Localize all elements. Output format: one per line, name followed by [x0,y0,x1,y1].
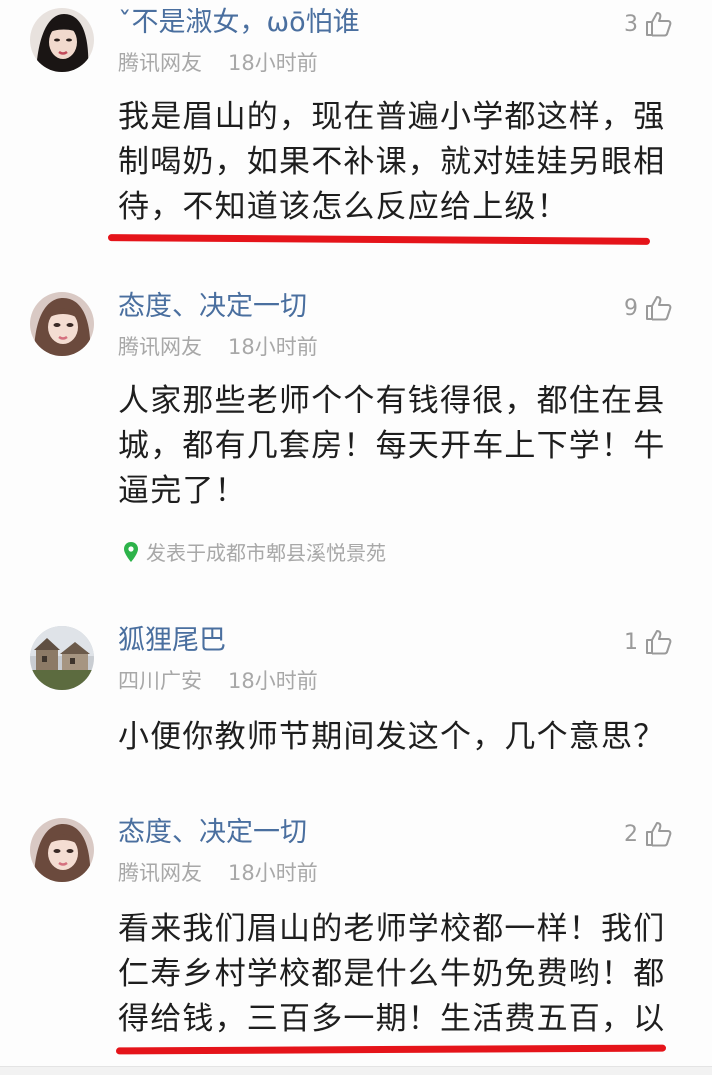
comment-text-line: 人家那些老师个个有钱得很，都住在县 [118,383,666,419]
location-tag[interactable]: 发表于成都市郫县溪悦景苑 [124,537,386,566]
comment-text-line: 待，不知道该怎么反应给上级！ [118,189,569,225]
avatar[interactable] [30,8,94,72]
comment-text-line: 城，都有几套房！每天开车上下学！牛 [118,428,666,464]
comment-source: 腾讯网友 [118,51,202,75]
red-underline [107,234,651,245]
comment-source: 四川广安 [118,669,202,693]
comment-text-line: 得给钱，三百多一期！生活费五百，以 [118,1001,666,1037]
comment-source: 腾讯网友 [118,335,202,359]
location-pin-icon [124,541,146,562]
comment-text-line: 我是眉山的，现在普遍小学都这样，强 [118,99,666,135]
comment-meta: 腾讯网友 18小时前 [118,333,318,361]
avatar[interactable] [30,818,94,882]
thumbs-up-icon [644,628,672,656]
location-text: 发表于成都市郫县溪悦景苑 [146,541,386,565]
username[interactable]: ˇ不是淑女，ωō怕谁 [118,5,360,41]
thumbs-up-icon [644,294,672,322]
comment-text-line: 制喝奶，如果不补课，就对娃娃另眼相 [118,144,666,180]
thumbs-up-icon [644,820,672,848]
comment-meta: 四川广安 18小时前 [118,667,318,695]
comment-text: 人家那些老师个个有钱得很，都住在县 城，都有几套房！每天开车上下学！牛 逼完了！ [118,379,678,514]
username[interactable]: 狐狸尾巴 [118,623,226,659]
like-button[interactable]: 3 [624,9,672,39]
like-count: 3 [624,11,638,37]
red-underline [115,1044,667,1055]
avatar[interactable] [30,292,94,356]
avatar[interactable] [30,626,94,690]
comment-time: 18小时前 [228,51,318,75]
comment-meta: 腾讯网友 18小时前 [118,859,318,887]
comment-source: 腾讯网友 [118,861,202,885]
comment-text: 小便你教师节期间发这个，几个意思？ [118,715,678,760]
comment-text-line: 小便你教师节期间发这个，几个意思？ [118,719,666,755]
like-button[interactable]: 1 [624,627,672,657]
like-count: 9 [624,295,638,321]
comment-text-line: 看来我们眉山的老师学校都一样！我们 [118,911,666,947]
comment-text: 看来我们眉山的老师学校都一样！我们 仁寿乡村学校都是什么牛奶免费哟！都 得给钱，… [118,907,678,1042]
comment-time: 18小时前 [228,861,318,885]
username[interactable]: 态度、决定一切 [118,815,307,851]
like-count: 1 [624,629,638,655]
comment-meta: 腾讯网友 18小时前 [118,49,318,77]
like-button[interactable]: 2 [624,819,672,849]
thumbs-up-icon [644,10,672,38]
comment-text: 我是眉山的，现在普遍小学都这样，强 制喝奶，如果不补课，就对娃娃另眼相 待，不知… [118,95,678,230]
like-count: 2 [624,821,638,847]
comment-time: 18小时前 [228,669,318,693]
like-button[interactable]: 9 [624,293,672,323]
comment-text-line: 仁寿乡村学校都是什么牛奶免费哟！都 [118,956,666,992]
comment-time: 18小时前 [228,335,318,359]
username[interactable]: 态度、决定一切 [118,289,307,325]
comment-text-line: 逼完了！ [118,473,247,509]
